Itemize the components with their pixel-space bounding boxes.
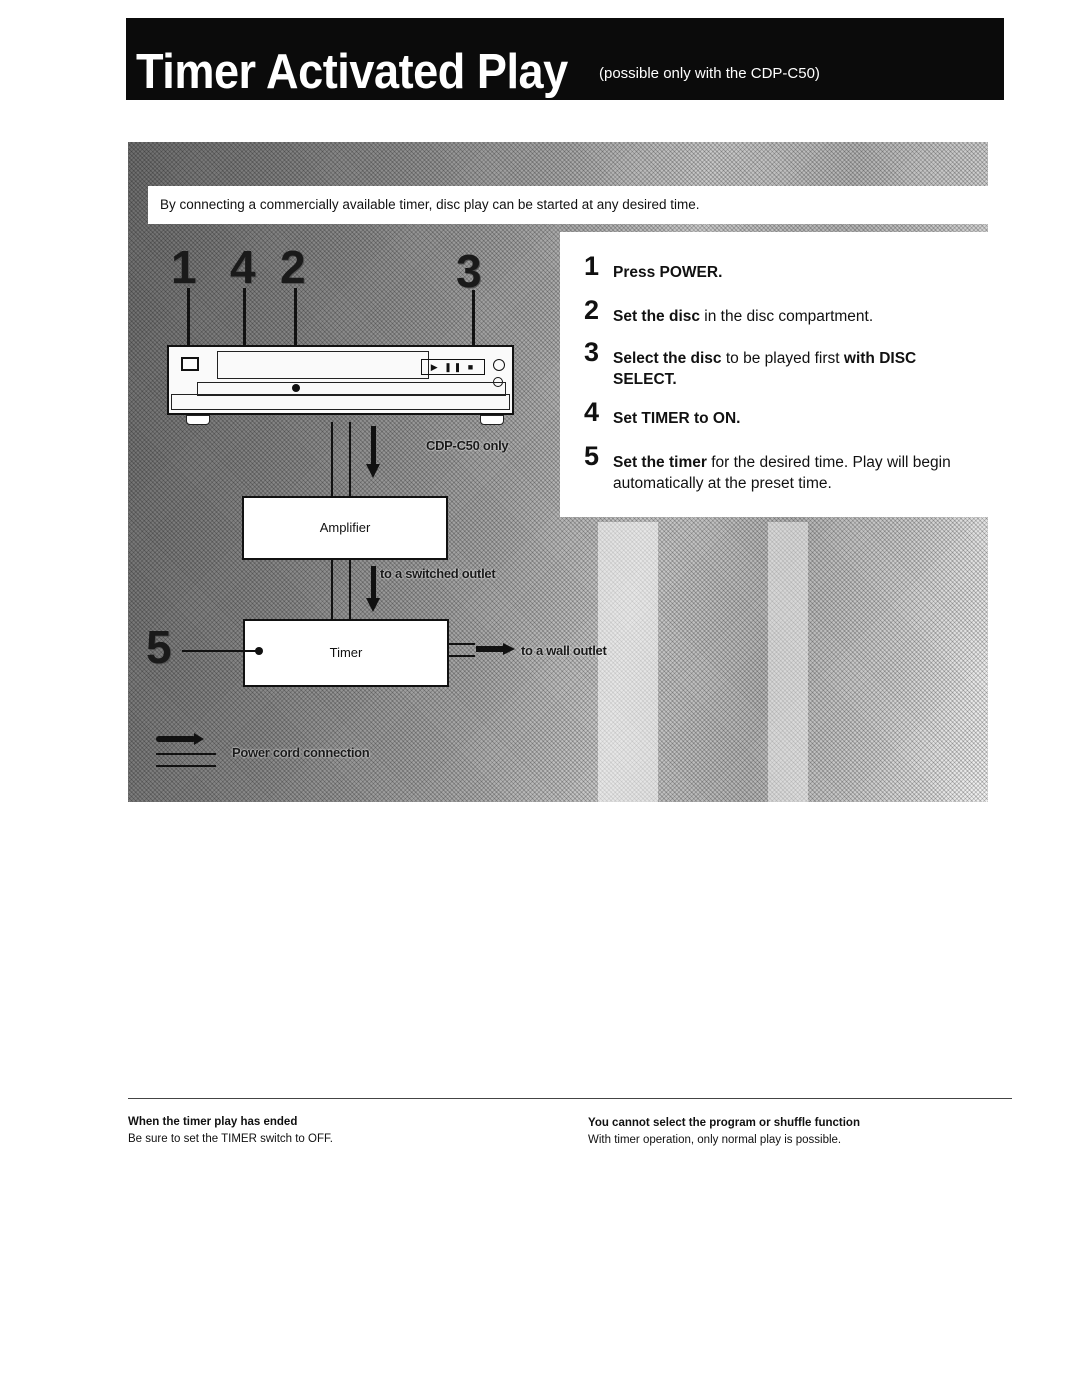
note-body: Be sure to set the TIMER switch to OFF. [128, 1133, 333, 1145]
arrow-shaft [371, 426, 376, 466]
player-foot [480, 415, 504, 425]
leader-line-5 [182, 650, 258, 652]
page-subtitle: (possible only with the CDP-C50) [599, 65, 820, 82]
cdp-only-label: CDP-C50 only [426, 438, 509, 453]
cord-line [449, 655, 475, 657]
legend-cord-line [156, 765, 216, 767]
note-title: When the timer play has ended [128, 1116, 298, 1128]
arrow-right-icon [503, 643, 515, 655]
callout-2: 2 [280, 241, 306, 293]
switched-outlet-label: to a switched outlet [380, 566, 496, 581]
intro-text: By connecting a commercially available t… [160, 197, 700, 212]
transport-buttons-icon: ▶ ❚❚ ■ [421, 359, 485, 375]
photo-highlight [768, 522, 808, 802]
step-action: Set TIMER to ON. [613, 410, 741, 427]
player-base [171, 394, 510, 410]
callout-dot [292, 384, 300, 392]
arrow-down-icon [366, 598, 380, 612]
amplifier-label: Amplifier [319, 520, 371, 535]
wall-outlet-label: to a wall outlet [521, 643, 607, 658]
legend-cord-line [156, 753, 216, 755]
legend-label: Power cord connection [232, 745, 370, 760]
note-title: You cannot select the program or shuffle… [588, 1117, 860, 1129]
step-detail: in the disc compartment. [700, 308, 874, 325]
cd-player-illustration: ▶ ❚❚ ■ [167, 345, 514, 415]
note-body: With timer operation, only normal play i… [588, 1134, 842, 1146]
legend-arrow-icon [194, 733, 204, 745]
step-action: Press POWER. [613, 264, 723, 281]
callout-dot [255, 647, 263, 655]
step-number: 4 [584, 397, 600, 427]
cable-line [331, 422, 333, 498]
arrow-shaft [476, 646, 504, 652]
amplifier-box: Amplifier [242, 496, 448, 560]
divider [128, 1098, 1012, 1099]
timer-box: Timer [243, 619, 449, 687]
player-foot [186, 415, 210, 425]
step-number: 5 [584, 441, 600, 471]
cable-line [349, 560, 351, 620]
title-banner: Timer Activated Play (possible only with… [126, 18, 1004, 100]
step-action: Select the disc [613, 350, 722, 367]
step-number: 2 [584, 295, 600, 325]
intro-strip: By connecting a commercially available t… [148, 186, 988, 224]
arrow-shaft [371, 566, 376, 600]
page-title: Timer Activated Play [136, 45, 568, 99]
arrow-down-icon [366, 464, 380, 478]
step-number: 1 [584, 251, 600, 281]
callout-4: 4 [230, 241, 256, 293]
cable-line [349, 422, 351, 498]
legend-arrow-shaft [156, 736, 196, 742]
steps-panel: 1 Press POWER. 2 Set the disc in the dis… [560, 232, 988, 517]
knob-icon [493, 359, 505, 371]
photo-highlight [598, 522, 658, 802]
cord-line [449, 643, 475, 645]
step-detail: to be played first [721, 350, 844, 367]
power-button-icon [181, 357, 199, 371]
step-action: Set the disc [613, 308, 700, 325]
step-number: 3 [584, 337, 600, 367]
callout-3: 3 [456, 245, 482, 297]
cable-line [331, 560, 333, 620]
display-panel [217, 351, 429, 379]
callout-1: 1 [171, 241, 197, 293]
timer-label: Timer [329, 645, 363, 660]
callout-5: 5 [146, 621, 172, 673]
step-action: Set the timer [613, 454, 707, 471]
